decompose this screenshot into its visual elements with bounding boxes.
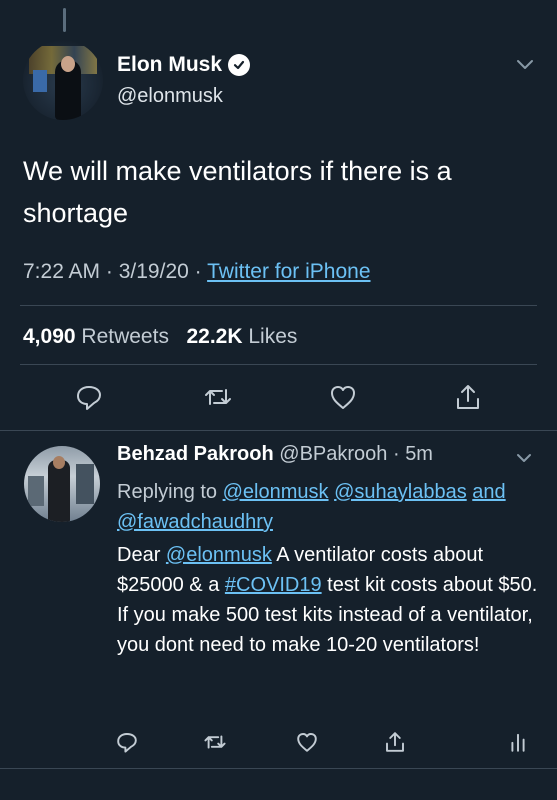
reply-actions <box>0 730 557 760</box>
tweet-actions <box>0 382 557 418</box>
retweet-button[interactable] <box>203 730 227 754</box>
reply-header: Behzad Pakrooh @BPakrooh · 5m <box>117 443 433 466</box>
tweet-source-link[interactable]: Twitter for iPhone <box>207 260 370 283</box>
meta-separator: · <box>105 260 119 283</box>
mention-link[interactable]: @elonmusk <box>166 544 272 566</box>
retweet-button[interactable] <box>203 382 233 412</box>
retweets-count: 4,090 <box>23 325 76 348</box>
hashtag-link[interactable]: #COVID19 <box>225 574 322 596</box>
retweet-icon <box>204 735 226 749</box>
divider <box>0 430 557 431</box>
meta-separator: · <box>194 260 208 283</box>
share-icon <box>386 732 404 752</box>
mention-link[interactable]: @fawadchaudhry <box>117 511 273 533</box>
mention-link[interactable]: @suhaylabbas <box>334 481 467 503</box>
retweet-icon <box>205 389 231 405</box>
reply-time: 5m <box>405 443 433 465</box>
tweet-meta: 7:22 AM · 3/19/20 · Twitter for iPhone <box>23 260 371 284</box>
retweets-stat[interactable]: 4,090 Retweets <box>23 325 169 348</box>
verified-badge-icon <box>228 54 251 76</box>
meta-separator: · <box>387 443 406 465</box>
reply-author-name[interactable]: Behzad Pakrooh <box>117 443 274 465</box>
analytics-icon <box>511 733 525 752</box>
reply-body-part2: test kit costs about $50. <box>327 574 538 596</box>
tweet-date: 3/19/20 <box>118 260 189 283</box>
tweet-time: 7:22 AM <box>23 260 101 283</box>
like-icon <box>297 733 317 752</box>
like-button[interactable] <box>295 730 319 754</box>
share-icon <box>457 385 479 409</box>
chevron-down-icon[interactable] <box>514 451 534 465</box>
reply-author-handle[interactable]: @BPakrooh <box>279 443 387 465</box>
tweet-stats: 4,090 Retweets 22.2K Likes <box>23 325 297 349</box>
likes-label: Likes <box>248 325 298 348</box>
analytics-button[interactable] <box>506 730 530 754</box>
like-icon <box>331 386 355 409</box>
replying-to: Replying to @elonmusk @suhaylabbas and @… <box>117 477 542 537</box>
likes-count: 22.2K <box>186 325 243 348</box>
reply-body-prefix: Dear <box>117 544 161 566</box>
reply-button[interactable] <box>115 730 139 754</box>
retweets-label: Retweets <box>81 325 169 348</box>
divider <box>0 768 557 769</box>
chevron-down-icon[interactable] <box>514 56 536 72</box>
reply-icon <box>77 386 101 410</box>
reply-icon <box>117 733 137 753</box>
share-button[interactable] <box>383 730 407 754</box>
divider <box>20 364 537 365</box>
thread-line <box>63 8 66 32</box>
reply-body-line2: If you make 500 test kits instead of a v… <box>117 604 533 656</box>
like-button[interactable] <box>328 382 358 412</box>
author-name-row[interactable]: Elon Musk <box>117 53 251 77</box>
author-handle[interactable]: @elonmusk <box>117 85 223 108</box>
reply-author-avatar[interactable] <box>24 446 100 522</box>
reply-button[interactable] <box>74 382 104 412</box>
likes-stat[interactable]: 22.2K Likes <box>186 325 297 348</box>
tweet-text: We will make ventilators if there is a s… <box>23 156 452 228</box>
mention-link[interactable]: @elonmusk <box>223 481 329 503</box>
reply-text: Dear @elonmusk A ventilator costs about … <box>117 540 542 660</box>
author-name[interactable]: Elon Musk <box>117 53 222 77</box>
replying-prefix: Replying to <box>117 481 218 503</box>
author-avatar[interactable] <box>23 40 103 120</box>
and-word[interactable]: and <box>472 481 505 503</box>
divider <box>20 305 537 306</box>
share-button[interactable] <box>453 382 483 412</box>
